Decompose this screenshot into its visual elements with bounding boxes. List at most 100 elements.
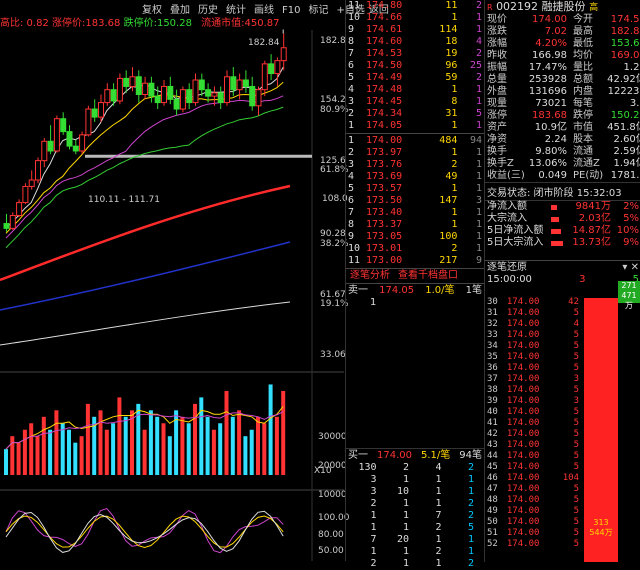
candle-body bbox=[167, 85, 174, 100]
bid-row[interactable]: 5 173.57 1 1 bbox=[346, 183, 484, 195]
tick-price: 174.00 bbox=[506, 473, 540, 483]
flow-label: 大宗流入 bbox=[487, 213, 527, 224]
tick-price: 174.00 bbox=[506, 451, 540, 461]
tick-price: 174.00 bbox=[506, 330, 540, 340]
tick-restore-row: 36 174.00 5 bbox=[485, 363, 581, 374]
kline-chart-svg[interactable] bbox=[0, 0, 344, 561]
candle-body bbox=[186, 89, 193, 104]
tick-volume: 5 bbox=[573, 308, 579, 318]
ask-row[interactable]: 8 174.60 18 4 bbox=[346, 36, 484, 48]
buy1-grid-cell: 1 bbox=[435, 498, 442, 509]
flow-bar bbox=[549, 201, 567, 214]
candle-body bbox=[224, 76, 230, 104]
ask-row[interactable]: 4 174.48 1 1 bbox=[346, 84, 484, 96]
ask-count: 1 bbox=[475, 12, 482, 23]
quote-value: 451.8亿 bbox=[607, 122, 640, 133]
flow-bar-fill bbox=[551, 228, 562, 234]
ask-row[interactable]: 2 174.34 31 5 bbox=[346, 108, 484, 120]
ask-volume: 1 bbox=[451, 12, 458, 23]
bid-volume: 484 bbox=[439, 135, 458, 146]
stock-header: R 002192 融捷股份 高 bbox=[485, 0, 640, 14]
tab-zhubi-fenxi[interactable]: 逐笔分析 bbox=[346, 269, 394, 283]
quote-label: 换手 bbox=[487, 146, 507, 157]
candle-body bbox=[230, 76, 237, 91]
buy1-grid-cell: 3 bbox=[370, 486, 377, 497]
buy1-grid-cell: 1 bbox=[402, 522, 409, 533]
ask-volume: 114 bbox=[439, 24, 458, 35]
quote-value: 1.29 bbox=[623, 62, 640, 73]
tick-volume: 3 bbox=[573, 374, 579, 384]
bid-row[interactable]: 1 174.00 484 94 bbox=[346, 135, 484, 147]
bid-row[interactable]: 10 173.01 2 1 bbox=[346, 243, 484, 255]
ask-row[interactable]: 1 174.05 1 1 bbox=[346, 120, 484, 132]
tab-qiandang-pankou[interactable]: 查看千档盘口 bbox=[394, 269, 462, 283]
quote-row: 现量 73021 每笔 3.5 bbox=[485, 98, 640, 110]
kline-chart-panel[interactable] bbox=[0, 0, 344, 561]
ask-count: 1 bbox=[475, 120, 482, 131]
toolbar-biaoji[interactable]: 标记 bbox=[308, 5, 328, 16]
bid-count: 1 bbox=[475, 183, 482, 194]
macd-axis-80: 80.00 bbox=[318, 530, 344, 540]
ask-price: 174.45 bbox=[366, 96, 403, 107]
ask-row[interactable]: 9 174.61 114 1 bbox=[346, 24, 484, 36]
flow-pct: 2% bbox=[623, 201, 639, 212]
bid-price: 174.00 bbox=[366, 135, 403, 146]
candle-body bbox=[104, 89, 111, 104]
volume-bar bbox=[211, 429, 216, 475]
ask-volume: 18 bbox=[445, 36, 458, 47]
ask-level: 10 bbox=[348, 12, 361, 23]
ask-row[interactable]: 10 174.66 1 1 bbox=[346, 12, 484, 24]
quote-row: 外盘 131696 内盘 122232 bbox=[485, 86, 640, 98]
sell1-label: 卖一 bbox=[348, 285, 368, 296]
quote-row: 资产 10.9亿市值 451.8亿 bbox=[485, 122, 640, 134]
ask-volume: 19 bbox=[445, 48, 458, 59]
quote-row: 净资 2.24 股本 2.60亿 bbox=[485, 134, 640, 146]
volume-bar bbox=[4, 449, 8, 475]
quote-label: 最低 bbox=[573, 38, 593, 49]
bid-row[interactable]: 8 173.37 1 1 bbox=[346, 219, 484, 231]
ask-row[interactable]: 6 174.50 96 25 bbox=[346, 60, 484, 72]
bid-row[interactable]: 3 173.76 2 1 bbox=[346, 159, 484, 171]
tick-price: 174.00 bbox=[506, 363, 540, 373]
bid-row[interactable]: 6 173.50 147 3 bbox=[346, 195, 484, 207]
tick-volume: 42 bbox=[568, 297, 579, 307]
bid-row[interactable]: 11 173.00 217 9 bbox=[346, 255, 484, 267]
buy1-grid-row: 2 1 1 2 bbox=[346, 558, 476, 570]
candle-body bbox=[274, 60, 281, 75]
flow-value: 2.03亿 bbox=[578, 213, 611, 224]
ask-price: 174.50 bbox=[366, 60, 403, 71]
sell1-qty: 1.0/笔 bbox=[425, 285, 455, 296]
quote-row: 涨跌 7.02 最高 182.84 bbox=[485, 26, 640, 38]
tick-price: 174.00 bbox=[506, 297, 540, 307]
bid-volume: 1 bbox=[451, 147, 458, 158]
quote-label: 量比 bbox=[573, 62, 593, 73]
tick-restore-row: 52 174.00 5 bbox=[485, 539, 581, 550]
buy1-grid-cell: 1 bbox=[467, 474, 474, 485]
bid-row[interactable]: 2 173.97 1 1 bbox=[346, 147, 484, 159]
toolbar-f10[interactable]: F10 bbox=[282, 5, 300, 16]
tick-volume: 5 bbox=[573, 429, 579, 439]
bid-volume: 147 bbox=[439, 195, 458, 206]
quote-value: 166.98 bbox=[532, 50, 567, 61]
ask-count: 5 bbox=[475, 108, 482, 119]
bid-row[interactable]: 9 173.05 100 1 bbox=[346, 231, 484, 243]
ask-row[interactable]: 5 174.49 59 2 bbox=[346, 72, 484, 84]
ask-row[interactable]: 3 174.45 8 1 bbox=[346, 96, 484, 108]
bid-row[interactable]: 4 173.69 49 1 bbox=[346, 171, 484, 183]
buy-bar-amount: 544万 bbox=[589, 528, 613, 537]
quote-row: 涨幅 4.20% 最低 153.67 bbox=[485, 38, 640, 50]
tick-restore-menu-icon[interactable]: ▾ ✕ bbox=[622, 261, 639, 274]
tick-volume: 5 bbox=[573, 462, 579, 472]
ask-count: 1 bbox=[475, 84, 482, 95]
tick-index: 40 bbox=[487, 407, 498, 417]
stock-badge: 高 bbox=[589, 3, 599, 13]
kdj-k-line bbox=[5, 510, 284, 553]
bid-row[interactable]: 7 173.40 1 1 bbox=[346, 207, 484, 219]
ask-level: 2 bbox=[348, 108, 355, 119]
buy1-grid-cell: 2 bbox=[467, 558, 474, 569]
ask-count: 25 bbox=[469, 60, 482, 71]
ask-level: 8 bbox=[348, 36, 355, 47]
ask-row[interactable]: 11 174.80 11 2 bbox=[346, 0, 484, 12]
ask-row[interactable]: 7 174.53 19 2 bbox=[346, 48, 484, 60]
volume-bar bbox=[41, 416, 46, 475]
